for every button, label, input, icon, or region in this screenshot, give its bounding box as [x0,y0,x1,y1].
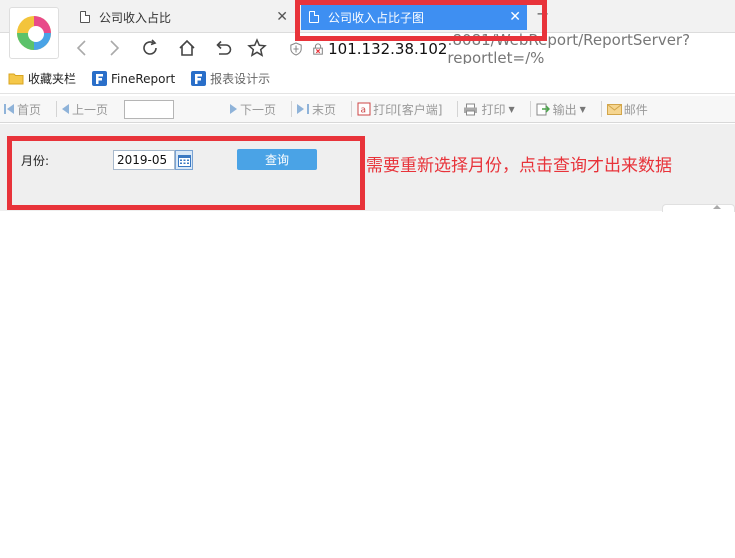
chevron-down-icon: ▼ [508,104,515,114]
bookmark-report-design[interactable]: 报表设计示 [191,70,270,87]
page-number-input[interactable] [124,99,175,119]
email-label: 邮件 [623,102,648,117]
calendar-icon [177,154,191,167]
pdf-print-icon: a [357,102,371,116]
document-icon [80,11,90,23]
last-page-button[interactable]: 末页 [297,101,336,118]
first-page-icon [4,104,6,114]
email-button[interactable]: 邮件 [606,101,648,118]
svg-text:a: a [361,106,367,116]
parameter-highlight-box [7,136,365,210]
month-label: 月份: [21,154,50,168]
prev-page-label: 上一页 [72,102,109,117]
tab-company-income-ratio[interactable]: 公司收入占比 ✕ [72,4,294,30]
calendar-button[interactable] [175,150,193,170]
browser-logo-icon [17,16,51,50]
bookmark-finereport[interactable]: FineReport [92,71,175,86]
tab-title: 公司收入占比 [99,10,172,25]
bookmark-label: 收藏夹栏 [28,72,77,86]
undo-icon[interactable] [212,37,234,59]
shield-icon [290,42,302,56]
printer-icon [464,103,478,115]
active-tab-highlight-box [295,0,547,41]
folder-icon [8,73,24,85]
bookmark-favorites-bar[interactable]: 收藏夹栏 [8,70,76,87]
prev-page-icon [62,104,70,114]
print-client-label: 打印[客户端] [373,102,443,117]
finereport-icon [92,71,108,86]
export-button[interactable]: 输出 ▼ [536,101,586,118]
last-page-label: 末页 [312,102,337,117]
url-host: 101.132.38.102 [328,40,448,58]
close-tab-icon[interactable]: ✕ [276,9,288,25]
bookmark-label: FineReport [111,71,176,86]
home-icon[interactable] [176,37,198,59]
query-button[interactable]: 查询 [237,149,317,170]
annotation-note: 需要重新选择月份，点击查询才出来数据 [366,156,672,176]
prev-page-button[interactable]: 上一页 [62,101,108,118]
last-page-icon [297,104,305,114]
bookmarks-bar: 收藏夹栏 FineReport 报表设计示 [0,64,735,94]
report-toolbar: 首页 上一页 下一页 末页 a 打印[客户端] 打印 ▼ 输出 ▼ 邮件 [0,96,735,123]
next-page-icon [230,104,238,114]
finereport-icon [191,71,207,86]
first-page-label: 首页 [17,102,42,117]
first-page-button[interactable]: 首页 [4,101,41,118]
print-button[interactable]: 打印 ▼ [463,101,515,118]
back-icon[interactable] [70,37,92,59]
collapse-panel-toggle[interactable] [662,204,735,212]
refresh-icon[interactable] [139,37,161,59]
insecure-lock-icon [313,43,323,55]
report-content-area [0,211,735,558]
mail-icon [606,103,622,115]
chevron-down-icon: ▼ [579,104,586,114]
forward-icon[interactable] [104,37,126,59]
next-page-label: 下一页 [240,102,277,117]
month-date-input[interactable] [113,150,175,170]
next-page-button[interactable]: 下一页 [230,101,276,118]
export-icon [536,103,550,116]
bookmark-label: 报表设计示 [210,72,271,86]
favorite-star-icon[interactable] [246,37,268,59]
print-label: 打印 [481,102,506,117]
export-label: 输出 [552,102,577,117]
browser-logo[interactable] [9,7,59,59]
print-client-button[interactable]: a 打印[客户端] [357,101,442,118]
